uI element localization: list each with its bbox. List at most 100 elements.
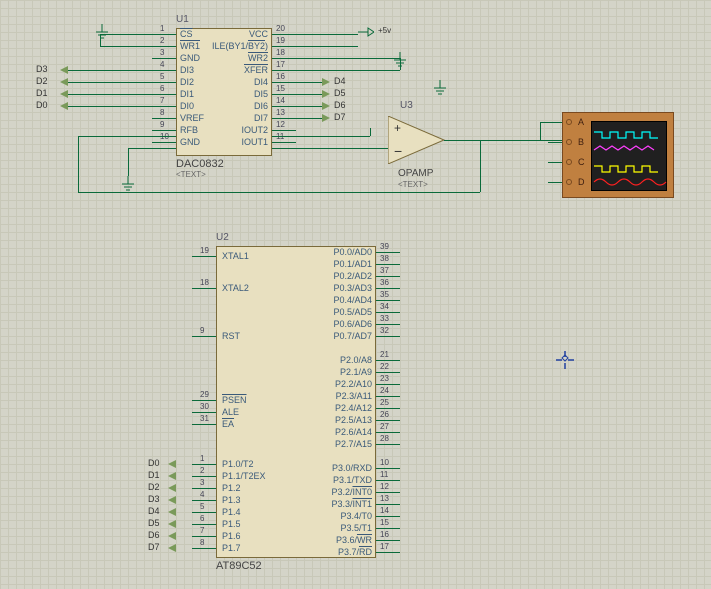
u1-part: DAC0832 — [176, 158, 224, 170]
wire — [128, 148, 176, 149]
pin-label: P3.1/TXD — [318, 475, 372, 485]
pin-label: VREF — [180, 113, 204, 123]
pin-number: 33 — [380, 314, 389, 323]
pin-number: 26 — [380, 410, 389, 419]
pin-wire — [376, 444, 400, 445]
wire — [100, 46, 176, 47]
wire — [296, 106, 322, 107]
pin-label: DI7 — [206, 113, 268, 123]
net-label: D2 — [36, 76, 48, 86]
pin-label: P3.3/INT1 — [318, 499, 372, 509]
net-terminal — [168, 508, 176, 516]
pin-number: 9 — [200, 326, 204, 335]
pin-wire — [376, 504, 400, 505]
net-terminal — [322, 90, 330, 98]
pin-number: 18 — [276, 48, 285, 57]
scope-channel-label: D — [578, 177, 585, 187]
pin-wire — [376, 396, 400, 397]
pin-wire — [376, 384, 400, 385]
pin-number: 8 — [200, 538, 204, 547]
pin-wire — [192, 476, 216, 477]
pin-wire — [192, 548, 216, 549]
pin-wire — [376, 324, 400, 325]
pin-label: IOUT1 — [206, 137, 268, 147]
pin-number: 28 — [380, 434, 389, 443]
pin-wire — [376, 372, 400, 373]
pin-number: 7 — [200, 526, 204, 535]
pin-number: 12 — [380, 482, 389, 491]
pin-number: 4 — [160, 60, 164, 69]
wire — [78, 136, 79, 192]
pin-wire — [376, 336, 400, 337]
component-u3[interactable]: + − — [388, 116, 452, 164]
pin-wire — [376, 492, 400, 493]
pin-wire — [376, 432, 400, 433]
pin-wire — [192, 500, 216, 501]
net-terminal — [168, 532, 176, 540]
pin-label: P0.0/AD0 — [318, 247, 372, 257]
wire — [480, 140, 481, 192]
pin-number: 25 — [380, 398, 389, 407]
net-label: D0 — [148, 458, 160, 468]
wire — [400, 58, 401, 70]
pin-number: 15 — [380, 518, 389, 527]
pin-label: P0.2/AD2 — [318, 271, 372, 281]
wire — [370, 128, 371, 136]
wire — [78, 136, 176, 137]
pin-label: P3.7/RD — [318, 547, 372, 557]
pin-number: 29 — [200, 390, 209, 399]
pin-number: 9 — [160, 120, 164, 129]
pin-label: P0.5/AD5 — [318, 307, 372, 317]
u2-ref: U2 — [216, 232, 229, 243]
pin-number: 13 — [276, 108, 285, 117]
pin-label: P3.6/WR — [318, 535, 372, 545]
pin-number: 24 — [380, 386, 389, 395]
scope-terminal — [566, 179, 572, 185]
pin-label: DI4 — [206, 77, 268, 87]
pin-number: 2 — [200, 466, 204, 475]
pin-number: 14 — [380, 506, 389, 515]
pin-wire — [376, 312, 400, 313]
pin-number: 37 — [380, 266, 389, 275]
pin-label: P2.7/A15 — [318, 439, 372, 449]
pin-label: P3.2/INT0 — [318, 487, 372, 497]
pin-number: 2 — [160, 36, 164, 45]
pin-wire — [192, 524, 216, 525]
wire — [548, 162, 562, 163]
pin-number: 12 — [276, 120, 285, 129]
net-terminal — [168, 496, 176, 504]
net-terminal — [60, 66, 68, 74]
pin-label: RST — [222, 331, 240, 341]
wire — [548, 142, 562, 143]
pin-number: 3 — [160, 48, 164, 57]
pin-wire — [152, 130, 176, 131]
wire — [78, 192, 480, 193]
pin-label: GND — [180, 53, 200, 63]
pin-number: 6 — [160, 84, 164, 93]
net-label: D6 — [334, 100, 346, 110]
pin-label: P0.6/AD6 — [318, 319, 372, 329]
pin-label: DI1 — [180, 89, 194, 99]
pin-wire — [192, 512, 216, 513]
net-label: D0 — [36, 100, 48, 110]
pin-label: P1.2 — [222, 483, 241, 493]
net-label: D5 — [334, 88, 346, 98]
pin-number: 6 — [200, 514, 204, 523]
pin-wire — [192, 400, 216, 401]
pin-label: DI3 — [180, 65, 194, 75]
pin-wire — [192, 424, 216, 425]
wire — [272, 70, 400, 71]
pin-label: ALE — [222, 407, 239, 417]
pin-label: P0.3/AD3 — [318, 283, 372, 293]
pin-label: DI6 — [206, 101, 268, 111]
pin-label: P1.1/T2EX — [222, 471, 266, 481]
pin-wire — [376, 480, 400, 481]
pin-number: 7 — [160, 96, 164, 105]
net-terminal — [168, 460, 176, 468]
u3-text: <TEXT> — [398, 180, 428, 189]
pin-wire — [272, 142, 296, 143]
pin-label: VCC — [206, 29, 268, 39]
pin-number: 20 — [276, 24, 285, 33]
pin-number: 11 — [380, 470, 388, 479]
pin-label: P1.6 — [222, 531, 241, 541]
